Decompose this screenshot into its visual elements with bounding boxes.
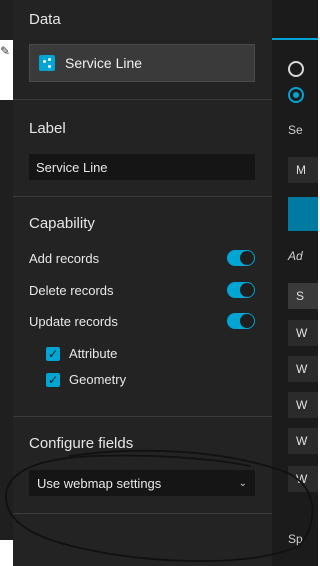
right-list-item[interactable]: W — [288, 320, 318, 346]
delete-records-row: Delete records — [29, 279, 255, 301]
attribute-checkbox-row[interactable]: ✓ Attribute — [46, 346, 117, 361]
geometry-label: Geometry — [69, 372, 127, 387]
update-records-row: Update records — [29, 310, 255, 332]
right-list-item-selected[interactable]: S — [288, 283, 318, 309]
configure-fields-select[interactable]: Use webmap settings ⌄ — [29, 470, 255, 496]
right-label-3: Sp — [288, 532, 303, 546]
label-section-title: Label — [29, 120, 66, 137]
configure-fields-selected: Use webmap settings — [37, 475, 162, 491]
geometry-checkbox-row[interactable]: ✓ Geometry — [46, 372, 126, 387]
data-section-title: Data — [29, 11, 61, 28]
right-label-1: Se — [288, 123, 303, 137]
label-input[interactable] — [29, 154, 255, 180]
attribute-checkbox[interactable]: ✓ — [46, 346, 60, 361]
capability-section: Capability Add records Delete records Up… — [13, 197, 272, 417]
add-records-toggle[interactable] — [227, 250, 255, 266]
add-records-label: Add records — [29, 250, 100, 266]
edit-settings-panel: Data Service Line Label Capability Add r… — [13, 0, 272, 566]
configure-fields-section: Configure fields Use webmap settings ⌄ — [13, 417, 272, 514]
delete-records-label: Delete records — [29, 282, 114, 298]
data-section: Data Service Line — [13, 0, 272, 100]
attribute-label: Attribute — [69, 346, 118, 361]
background-header — [0, 0, 13, 40]
delete-records-toggle[interactable] — [227, 282, 255, 298]
chevron-down-icon: ⌄ — [238, 477, 247, 489]
active-tab-indicator — [272, 38, 318, 40]
background-page-strip: ✎ — [0, 0, 13, 566]
radio-option-1[interactable] — [288, 61, 304, 77]
right-label-2: Ad — [288, 249, 303, 263]
right-list-item[interactable]: W — [288, 356, 318, 382]
geometry-checkbox[interactable]: ✓ — [46, 372, 60, 387]
right-select-1[interactable]: M — [288, 157, 318, 183]
data-source-label: Service Line — [65, 55, 143, 71]
right-list-item[interactable]: W — [288, 428, 318, 454]
update-records-label: Update records — [29, 313, 118, 329]
right-list-item[interactable]: W — [288, 466, 318, 492]
right-settings-panel: Se M Ad S W W W W W Sp — [272, 0, 318, 566]
right-action-button[interactable] — [288, 197, 318, 231]
update-records-toggle[interactable] — [227, 313, 255, 329]
background-panel — [0, 100, 13, 540]
add-records-row: Add records — [29, 247, 255, 269]
point-layer-icon — [39, 55, 55, 71]
radio-option-2[interactable] — [288, 87, 304, 103]
configure-fields-title: Configure fields — [29, 435, 134, 452]
capability-section-title: Capability — [29, 215, 95, 232]
label-section: Label — [13, 100, 272, 197]
edit-icon: ✎ — [0, 44, 11, 58]
right-list-item[interactable]: W — [288, 392, 318, 418]
data-source-selector[interactable]: Service Line — [29, 44, 255, 82]
